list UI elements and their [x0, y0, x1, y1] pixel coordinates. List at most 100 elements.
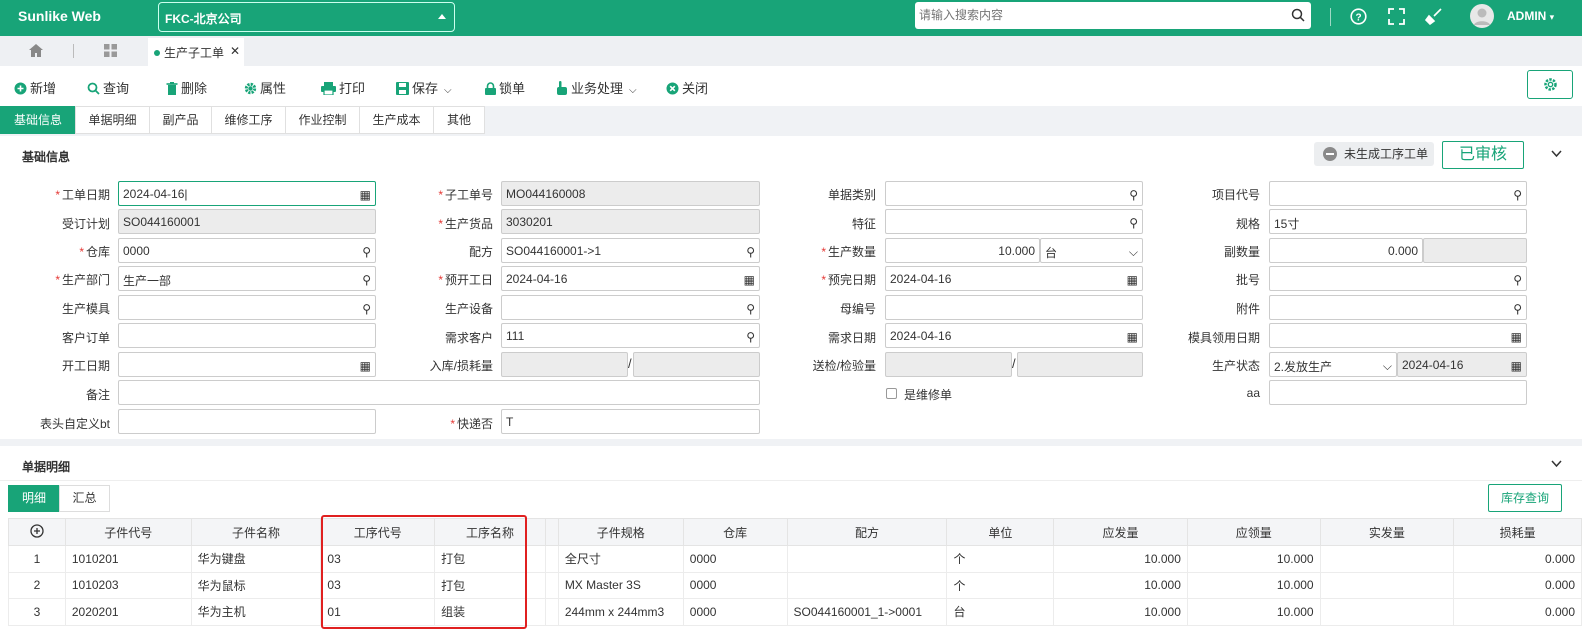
- tab-production-cost[interactable]: 生产成本: [359, 106, 434, 134]
- spec-field[interactable]: 15寸: [1269, 209, 1527, 234]
- attach-field[interactable]: ⚲: [1269, 295, 1527, 320]
- subqty-field[interactable]: 0.000: [1269, 238, 1423, 263]
- unit-select[interactable]: 台 ⌵: [1040, 238, 1143, 263]
- avatar[interactable]: [1470, 4, 1494, 28]
- table-cell[interactable]: [1319, 598, 1455, 626]
- chevron-down-icon[interactable]: [1551, 460, 1562, 468]
- chevron-down-icon[interactable]: ⌵: [444, 85, 452, 96]
- tab-detail[interactable]: 明细: [8, 485, 60, 512]
- doc-type-field[interactable]: ⚲: [885, 181, 1143, 206]
- table-cell[interactable]: 10.000: [1053, 545, 1188, 573]
- table-cell[interactable]: 0000: [682, 598, 788, 626]
- tab-operation-control[interactable]: 作业控制: [285, 106, 360, 134]
- tab-repair-process[interactable]: 维修工序: [211, 106, 286, 134]
- chevron-down-icon[interactable]: [1551, 150, 1562, 158]
- close-button[interactable]: 关闭: [666, 78, 708, 97]
- stock-query-button[interactable]: 库存查询: [1488, 484, 1562, 512]
- table-cell[interactable]: MX Master 3S: [557, 571, 684, 599]
- tab-summary[interactable]: 汇总: [59, 485, 110, 512]
- recipe-field[interactable]: SO044160001->1 ⚲: [501, 238, 760, 263]
- table-cell[interactable]: SO044160001_1->0001: [786, 598, 948, 626]
- warehouse-field[interactable]: 0000 ⚲: [118, 238, 376, 263]
- company-selector[interactable]: FKC-北京公司: [158, 2, 455, 32]
- tab-doc-detail[interactable]: 单据明细: [75, 106, 150, 134]
- search-input[interactable]: [919, 2, 1279, 27]
- pstatus-select[interactable]: 2.发放生产 ⌵: [1269, 352, 1397, 377]
- query-button[interactable]: 查询: [87, 78, 129, 97]
- table-row[interactable]: 3 2020201 华为主机 01 组装 244mm x 244mm3 0000 SO0441…: [8, 598, 1582, 626]
- table-cell[interactable]: 3: [8, 598, 66, 626]
- aa-field[interactable]: [1269, 380, 1527, 405]
- table-cell[interactable]: 10.000: [1186, 545, 1321, 573]
- table-cell[interactable]: 10.000: [1053, 571, 1188, 599]
- column-header[interactable]: 损耗量: [1453, 518, 1582, 546]
- props-button[interactable]: 属性: [244, 78, 286, 97]
- parent-field[interactable]: [885, 295, 1143, 320]
- project-field[interactable]: ⚲: [1269, 181, 1527, 206]
- lock-button[interactable]: 锁单: [485, 78, 525, 97]
- new-button[interactable]: 新增: [14, 78, 56, 97]
- cust-order-field[interactable]: [118, 323, 376, 348]
- save-button[interactable]: 保存 ⌵: [396, 78, 452, 97]
- custom-header-field[interactable]: [118, 409, 376, 434]
- add-row-icon[interactable]: [8, 518, 66, 546]
- table-cell[interactable]: 个: [946, 545, 1055, 573]
- table-cell[interactable]: 华为鼠标: [190, 571, 322, 599]
- table-row[interactable]: 1 1010201 华为键盘 03 打包 全尺寸 0000 个 10.000 10.000 0.00…: [8, 545, 1582, 573]
- delete-button[interactable]: 删除: [166, 78, 207, 97]
- equip-field[interactable]: ⚲: [501, 295, 760, 320]
- column-header[interactable]: 实发量: [1319, 518, 1455, 546]
- batch-field[interactable]: ⚲: [1269, 266, 1527, 291]
- table-cell[interactable]: [1319, 545, 1455, 573]
- column-header[interactable]: 应领量: [1186, 518, 1321, 546]
- table-cell[interactable]: 0.000: [1453, 545, 1582, 573]
- open-date-field[interactable]: ▦: [118, 352, 376, 377]
- column-header[interactable]: 子件代号: [64, 518, 192, 546]
- table-cell[interactable]: 0.000: [1453, 598, 1582, 626]
- demand-cust-field[interactable]: 111 ⚲: [501, 323, 760, 348]
- column-header[interactable]: 子件名称: [190, 518, 322, 546]
- column-header[interactable]: 子件规格: [557, 518, 684, 546]
- grid-icon[interactable]: [103, 43, 118, 58]
- table-cell[interactable]: 华为主机: [190, 598, 322, 626]
- table-cell[interactable]: 10.000: [1186, 571, 1321, 599]
- mold-field[interactable]: ⚲: [118, 295, 376, 320]
- repair-checkbox[interactable]: [886, 388, 897, 399]
- table-row[interactable]: 2 1010203 华为鼠标 03 打包 MX Master 3S 0000 个 10.000 1…: [8, 571, 1582, 599]
- qty-field[interactable]: 10.000: [885, 238, 1040, 263]
- table-cell[interactable]: [786, 571, 948, 599]
- broom-icon[interactable]: [1425, 8, 1443, 25]
- business-button[interactable]: 业务处理 ⌵: [556, 78, 637, 97]
- column-header[interactable]: 仓库: [682, 518, 788, 546]
- column-header[interactable]: 应发量: [1053, 518, 1188, 546]
- table-cell[interactable]: 0000: [682, 545, 788, 573]
- column-header[interactable]: 单位: [946, 518, 1055, 546]
- table-cell[interactable]: 1010203: [64, 571, 192, 599]
- tab-byproduct[interactable]: 副产品: [149, 106, 212, 134]
- table-cell[interactable]: 1: [8, 545, 66, 573]
- table-cell[interactable]: 0000: [682, 571, 788, 599]
- print-button[interactable]: 打印: [321, 78, 365, 97]
- user-menu[interactable]: ADMIN ▾: [1507, 9, 1554, 23]
- table-cell[interactable]: 244mm x 244mm3: [557, 598, 684, 626]
- remark-field[interactable]: [118, 380, 760, 405]
- table-cell[interactable]: [1319, 571, 1455, 599]
- dept-field[interactable]: 生产一部 ⚲: [118, 266, 376, 291]
- table-cell[interactable]: 全尺寸: [557, 545, 684, 573]
- table-cell[interactable]: 10.000: [1186, 598, 1321, 626]
- table-cell[interactable]: 1010201: [64, 545, 192, 573]
- global-search[interactable]: [915, 2, 1311, 29]
- help-icon[interactable]: ?: [1350, 8, 1367, 25]
- start-date-field[interactable]: 2024-04-16 ▦: [501, 266, 760, 291]
- feature-field[interactable]: ⚲: [885, 209, 1143, 234]
- table-cell[interactable]: 华为键盘: [190, 545, 322, 573]
- column-header[interactable]: 配方: [786, 518, 948, 546]
- table-cell[interactable]: 2: [8, 571, 66, 599]
- tab-other[interactable]: 其他: [433, 106, 485, 134]
- table-cell[interactable]: 0.000: [1453, 571, 1582, 599]
- home-icon[interactable]: [28, 43, 44, 58]
- tab-basic-info[interactable]: 基础信息: [0, 106, 76, 134]
- close-icon[interactable]: ✕: [230, 44, 240, 58]
- settings-button[interactable]: [1527, 70, 1573, 99]
- table-cell[interactable]: 个: [946, 571, 1055, 599]
